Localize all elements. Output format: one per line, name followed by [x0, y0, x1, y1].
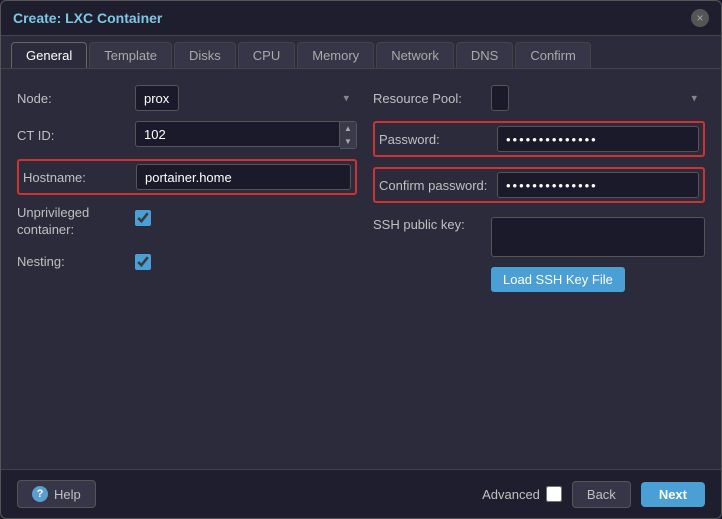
node-select-wrap: prox [135, 85, 357, 111]
node-label: Node: [17, 91, 127, 106]
hostname-label: Hostname: [23, 170, 128, 185]
load-ssh-row: Load SSH Key File [491, 267, 705, 292]
unprivileged-checkbox[interactable] [135, 210, 151, 226]
title-bar: Create: LXC Container × [1, 1, 721, 36]
right-column: Resource Pool: Password: Confirm passwor… [373, 85, 705, 453]
resource-pool-select-wrap [491, 85, 705, 111]
tab-bar: General Template Disks CPU Memory Networ… [1, 36, 721, 69]
advanced-checkbox[interactable] [546, 486, 562, 502]
tab-dns[interactable]: DNS [456, 42, 513, 68]
create-lxc-container-window: Create: LXC Container × General Template… [0, 0, 722, 519]
confirm-password-input[interactable] [497, 172, 699, 198]
resource-pool-row: Resource Pool: [373, 85, 705, 111]
advanced-wrap: Advanced [482, 486, 562, 502]
load-ssh-button[interactable]: Load SSH Key File [491, 267, 625, 292]
form-content: Node: prox CT ID: ▲ ▼ Hostname: [1, 69, 721, 469]
ssh-key-row: SSH public key: [373, 217, 705, 257]
tab-disks[interactable]: Disks [174, 42, 236, 68]
ctid-increment[interactable]: ▲ [340, 122, 356, 135]
ssh-key-label: SSH public key: [373, 217, 483, 232]
confirm-password-label: Confirm password: [379, 178, 489, 193]
nesting-row: Nesting: [17, 249, 357, 275]
tab-general[interactable]: General [11, 42, 87, 68]
password-row: Password: [373, 121, 705, 157]
help-icon: ? [32, 486, 48, 502]
next-button[interactable]: Next [641, 482, 705, 507]
password-input[interactable] [497, 126, 699, 152]
tab-cpu[interactable]: CPU [238, 42, 295, 68]
nesting-checkbox-wrap [135, 249, 151, 275]
tab-network[interactable]: Network [376, 42, 454, 68]
unprivileged-checkbox-wrap [135, 205, 151, 231]
left-column: Node: prox CT ID: ▲ ▼ Hostname: [17, 85, 357, 453]
nesting-checkbox[interactable] [135, 254, 151, 270]
hostname-input[interactable] [136, 164, 351, 190]
ssh-key-textarea[interactable] [491, 217, 705, 257]
tab-confirm[interactable]: Confirm [515, 42, 591, 68]
confirm-password-row: Confirm password: [373, 167, 705, 203]
unprivileged-label: Unprivileged container: [17, 205, 127, 239]
close-button[interactable]: × [691, 9, 709, 27]
help-button[interactable]: ? Help [17, 480, 96, 508]
ctid-spinner: ▲ ▼ [135, 121, 357, 149]
footer-right: Advanced Back Next [482, 481, 705, 508]
window-title: Create: LXC Container [13, 10, 162, 26]
ctid-spinner-buttons: ▲ ▼ [340, 121, 357, 149]
advanced-label: Advanced [482, 487, 540, 502]
password-label: Password: [379, 132, 489, 147]
footer: ? Help Advanced Back Next [1, 469, 721, 518]
node-row: Node: prox [17, 85, 357, 111]
ctid-input[interactable] [135, 121, 340, 147]
hostname-row: Hostname: [17, 159, 357, 195]
nesting-label: Nesting: [17, 254, 127, 269]
tab-memory[interactable]: Memory [297, 42, 374, 68]
unprivileged-row: Unprivileged container: [17, 205, 357, 239]
ctid-decrement[interactable]: ▼ [340, 135, 356, 148]
ctid-label: CT ID: [17, 128, 127, 143]
resource-pool-label: Resource Pool: [373, 91, 483, 106]
tab-template[interactable]: Template [89, 42, 172, 68]
node-select[interactable]: prox [135, 85, 179, 111]
resource-pool-select[interactable] [491, 85, 509, 111]
ctid-row: CT ID: ▲ ▼ [17, 121, 357, 149]
back-button[interactable]: Back [572, 481, 631, 508]
